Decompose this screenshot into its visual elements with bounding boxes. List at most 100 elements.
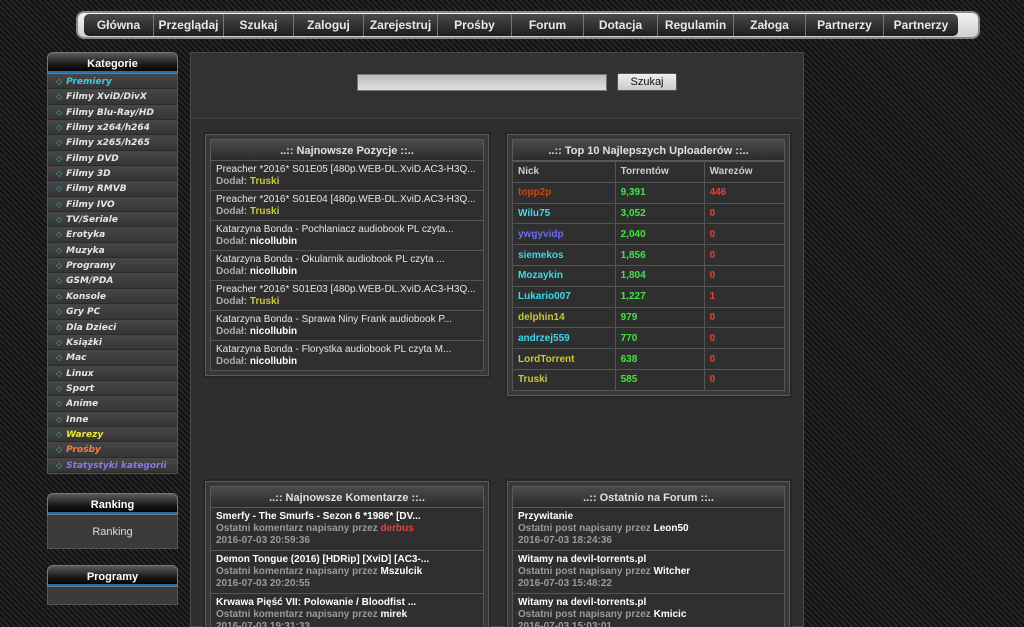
nav-item[interactable]: Załoga bbox=[734, 14, 806, 36]
sidebar-category-item[interactable]: ◇ Książki bbox=[48, 334, 177, 351]
category-list: ◇ Premiery ◇ Filmy XviD/DivX ◇ Filmy Blu-Ray/… bbox=[47, 74, 178, 474]
list-item[interactable]: Przywitanie Ostatni post napisany przez L… bbox=[512, 508, 785, 551]
nav-item[interactable]: Regulamin bbox=[658, 14, 734, 36]
search-button[interactable]: Szukaj bbox=[617, 73, 677, 91]
sidebar-category-item[interactable]: ◇ Filmy x265/h265 bbox=[48, 135, 177, 151]
sidebar-category-item[interactable]: ◇ Filmy x264/h264 bbox=[48, 120, 177, 136]
sidebar-category-item[interactable]: ◇ Programy bbox=[48, 258, 177, 274]
list-item[interactable]: Preacher *2016* S01E04 [480p.WEB-DL.XviD… bbox=[210, 191, 484, 221]
uploader-name[interactable]: Truski bbox=[250, 206, 279, 217]
torrent-title[interactable]: Preacher *2016* S01E03 [480p.WEB-DL.XviD… bbox=[216, 284, 478, 296]
nick-cell[interactable]: Lukario007 bbox=[512, 285, 616, 308]
last-by-line: Ostatni post napisany przez Witcher bbox=[518, 566, 779, 578]
nav-item[interactable]: Zarejestruj bbox=[364, 14, 438, 36]
nav-item[interactable]: Szukaj bbox=[224, 14, 294, 36]
sidebar-category-item[interactable]: ◇ Muzyka bbox=[48, 242, 177, 259]
sidebar-category-item[interactable]: ◇ Premiery bbox=[48, 74, 177, 90]
entry-title[interactable]: Witamy na devil-torrents.pl bbox=[518, 597, 779, 609]
author-name[interactable]: Leon50 bbox=[654, 523, 689, 534]
uploader-name[interactable]: nicollubin bbox=[250, 266, 297, 277]
list-item[interactable]: Witamy na devil-torrents.pl Ostatni post … bbox=[512, 551, 785, 594]
nick-cell[interactable]: ywgyvidp bbox=[512, 223, 616, 246]
author-name[interactable]: Mszulcik bbox=[381, 566, 423, 577]
nick-cell[interactable]: delphin14 bbox=[512, 306, 616, 329]
uploader-name[interactable]: nicollubin bbox=[250, 236, 297, 247]
newest-title: ..:: Najnowsze Pozycje ::.. bbox=[210, 139, 484, 161]
list-item[interactable]: Witamy na devil-torrents.pl Ostatni post … bbox=[512, 594, 785, 627]
nick-cell[interactable]: andrzej559 bbox=[512, 327, 616, 350]
nick-cell[interactable]: LordTorrent bbox=[512, 348, 616, 370]
sidebar-category-item[interactable]: ◇ Gry PC bbox=[48, 304, 177, 320]
torrent-title[interactable]: Katarzyna Bonda - Sprawa Niny Frank audi… bbox=[216, 314, 478, 326]
list-item[interactable]: Preacher *2016* S01E03 [480p.WEB-DL.XviD… bbox=[210, 281, 484, 311]
sidebar-category-item[interactable]: ◇ Mac bbox=[48, 350, 177, 366]
list-item[interactable]: Katarzyna Bonda - Pochlaniacz audiobook … bbox=[210, 221, 484, 251]
added-by-label: Dodał: bbox=[216, 265, 248, 277]
torrent-title[interactable]: Katarzyna Bonda - Pochlaniacz audiobook … bbox=[216, 224, 478, 236]
table-row: ywgyvidp 2,040 0 bbox=[512, 223, 786, 246]
nick-cell[interactable]: siemekos bbox=[512, 244, 616, 266]
torrent-title[interactable]: Preacher *2016* S01E04 [480p.WEB-DL.XviD… bbox=[216, 194, 478, 206]
nick-cell[interactable]: topp2p bbox=[512, 181, 616, 204]
uploader-name[interactable]: Truski bbox=[250, 176, 279, 187]
sidebar-category-item[interactable]: ◇ Filmy 3D bbox=[48, 166, 177, 182]
list-item[interactable]: Katarzyna Bonda - Florystka audiobook PL… bbox=[210, 341, 484, 371]
entry-title[interactable]: Smerfy - The Smurfs - Sezon 6 *1986* [DV… bbox=[216, 511, 478, 523]
entry-title[interactable]: Przywitanie bbox=[518, 511, 779, 523]
nav-item[interactable]: Przeglądaj bbox=[154, 14, 224, 36]
nick-cell[interactable]: Wilu75 bbox=[512, 202, 616, 225]
nick-cell[interactable]: Truski bbox=[512, 368, 616, 391]
author-name[interactable]: mirek bbox=[381, 609, 408, 620]
sidebar-category-item[interactable]: ◇ Sport bbox=[48, 380, 177, 397]
ranking-link[interactable]: Ranking bbox=[47, 515, 178, 549]
nav-item[interactable]: Partnerzy bbox=[884, 14, 958, 36]
sidebar-category-item[interactable]: ◇ Linux bbox=[48, 365, 177, 381]
nick-cell[interactable]: Mozaykin bbox=[512, 264, 616, 287]
list-item[interactable]: Krwawa Pięść VII: Polowanie / Bloodfist … bbox=[210, 594, 484, 627]
uploader-name[interactable]: nicollubin bbox=[250, 356, 297, 367]
nav-item[interactable]: Forum bbox=[512, 14, 584, 36]
table-row: Wilu75 3,052 0 bbox=[512, 202, 786, 225]
author-name[interactable]: derbus bbox=[381, 523, 414, 534]
list-item[interactable]: Katarzyna Bonda - Sprawa Niny Frank audi… bbox=[210, 311, 484, 341]
sidebar-category-item[interactable]: ◇ Konsole bbox=[48, 288, 177, 305]
last-by-line: Ostatni komentarz napisany przez mirek bbox=[216, 609, 478, 621]
list-item[interactable]: Katarzyna Bonda - Okularnik audiobook PL… bbox=[210, 251, 484, 281]
sidebar-category-item[interactable]: ◇ Filmy IVO bbox=[48, 196, 177, 213]
list-item[interactable]: Demon Tongue (2016) [HDRip] [XviD] [AC3-… bbox=[210, 551, 484, 594]
entry-title[interactable]: Krwawa Pięść VII: Polowanie / Bloodfist … bbox=[216, 597, 478, 609]
sidebar-category-item[interactable]: ◇ Dla Dzieci bbox=[48, 319, 177, 335]
sidebar-category-item[interactable]: ◇ Filmy Blu-Ray/HD bbox=[48, 104, 177, 121]
sidebar-category-item[interactable]: ◇ Erotyka bbox=[48, 227, 177, 243]
sidebar-category-item[interactable]: ◇ Filmy RMVB bbox=[48, 181, 177, 197]
sidebar-category-item[interactable]: ◇ Warezy bbox=[48, 426, 177, 443]
sidebar-category-item[interactable]: ◇ Statystyki kategorii bbox=[48, 457, 177, 473]
sidebar-category-item[interactable]: ◇ Anime bbox=[48, 396, 177, 412]
torrent-title[interactable]: Katarzyna Bonda - Okularnik audiobook PL… bbox=[216, 254, 478, 266]
sidebar-category-item[interactable]: ◇ Inne bbox=[48, 411, 177, 427]
nav-item[interactable]: Główna bbox=[84, 14, 154, 36]
sidebar-category-item[interactable]: ◇ GSM/PDA bbox=[48, 273, 177, 289]
sidebar-category-item[interactable]: ◇ Filmy XviD/DivX bbox=[48, 89, 177, 105]
sidebar-category-item[interactable]: ◇ Prośby bbox=[48, 442, 177, 458]
category-label: Gry PC bbox=[66, 307, 101, 318]
author-name[interactable]: Witcher bbox=[654, 566, 691, 577]
nav-item[interactable]: Dotacja bbox=[584, 14, 658, 36]
nav-item[interactable]: Zaloguj bbox=[294, 14, 364, 36]
torrent-title[interactable]: Preacher *2016* S01E05 [480p.WEB-DL.XviD… bbox=[216, 164, 478, 176]
torrent-title[interactable]: Katarzyna Bonda - Florystka audiobook PL… bbox=[216, 344, 478, 356]
entry-title[interactable]: Witamy na devil-torrents.pl bbox=[518, 554, 779, 566]
sidebar-category-item[interactable]: ◇ Filmy DVD bbox=[48, 150, 177, 167]
nav-item[interactable]: Prośby bbox=[438, 14, 512, 36]
search-input[interactable] bbox=[357, 74, 607, 91]
torrents-cell: 3,052 bbox=[614, 202, 705, 225]
uploader-name[interactable]: Truski bbox=[250, 296, 279, 307]
uploader-name[interactable]: nicollubin bbox=[250, 326, 297, 337]
entry-title[interactable]: Demon Tongue (2016) [HDRip] [XviD] [AC3-… bbox=[216, 554, 478, 566]
sidebar-category-item[interactable]: ◇ TV/Seriale bbox=[48, 212, 177, 228]
author-name[interactable]: Kmicic bbox=[654, 609, 687, 620]
list-item[interactable]: Preacher *2016* S01E05 [480p.WEB-DL.XviD… bbox=[210, 161, 484, 191]
forum-title: ..:: Ostatnio na Forum ::.. bbox=[512, 486, 785, 508]
list-item[interactable]: Smerfy - The Smurfs - Sezon 6 *1986* [DV… bbox=[210, 508, 484, 551]
nav-item[interactable]: Partnerzy bbox=[806, 14, 884, 36]
